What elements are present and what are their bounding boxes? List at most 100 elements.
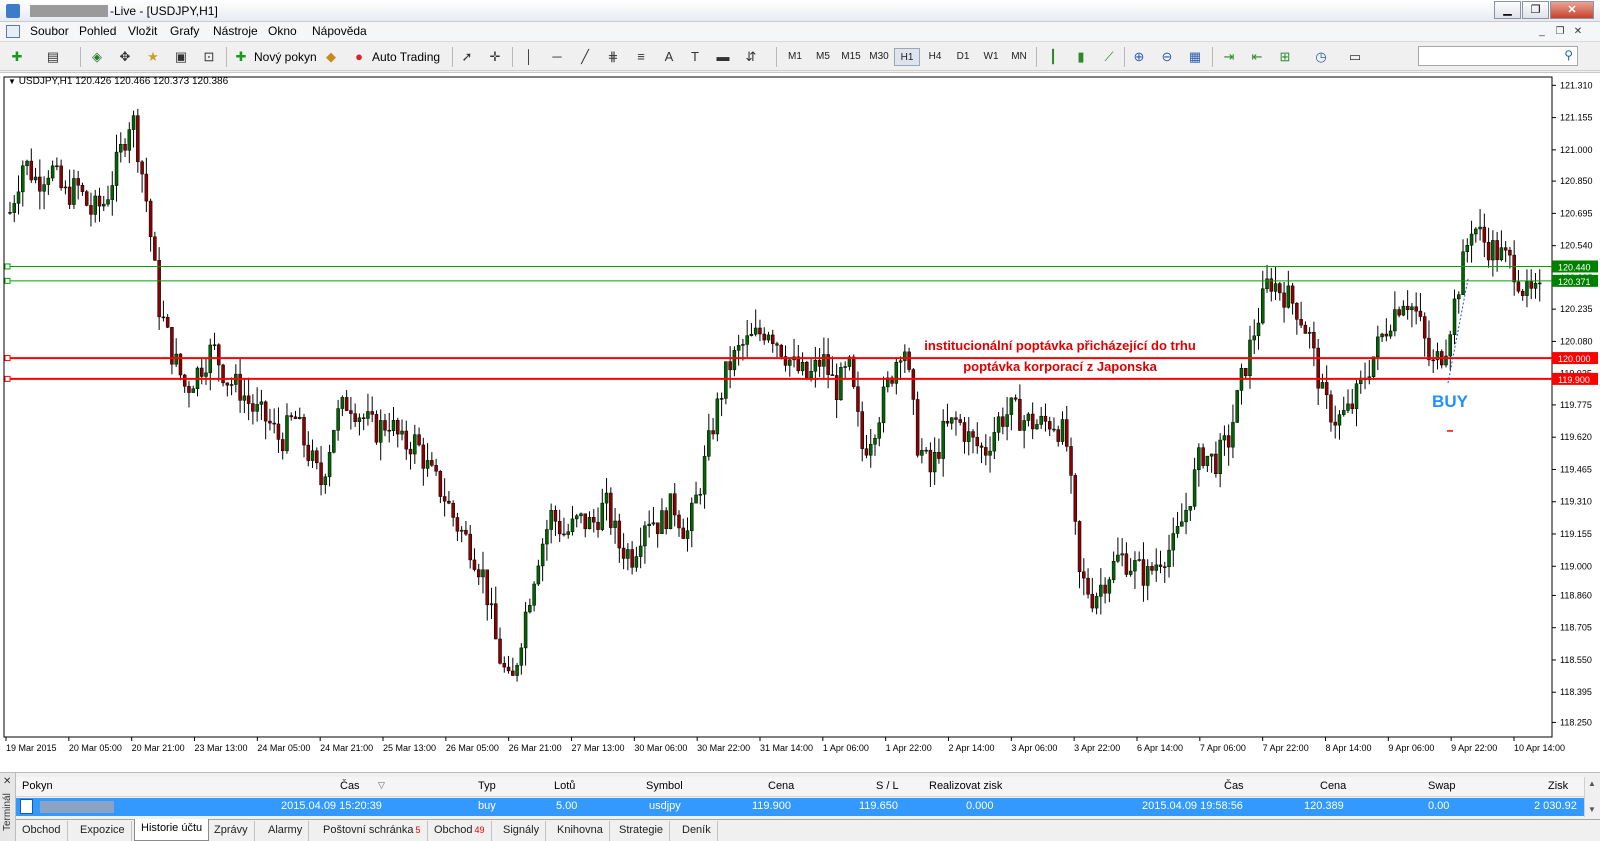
- y-tick-label: 120.695: [1560, 208, 1593, 218]
- channel-icon[interactable]: ⋕: [604, 48, 622, 66]
- col-lotu[interactable]: Lotů: [554, 780, 575, 792]
- tab-obchod[interactable]: Obchod: [16, 821, 68, 841]
- candle-body: [1278, 283, 1282, 294]
- col-cena-open[interactable]: Cena: [768, 780, 794, 792]
- terminal-scrollbar[interactable]: ▲ ▼: [1584, 777, 1600, 817]
- menu-okno[interactable]: Okno: [262, 24, 303, 38]
- candle-body: [1214, 453, 1218, 474]
- table-row[interactable]: 2015.04.09 15:20:39 buy 5.00 usdjpy 119.…: [16, 798, 1584, 816]
- search-input[interactable]: ⚲: [1418, 46, 1578, 66]
- price-chart[interactable]: 121.310 121.155 121.000 120.850 120.695 120.5…: [0, 73, 1600, 773]
- terminal-icon[interactable]: ▣: [172, 48, 190, 66]
- y-tick-label: 119.000: [1560, 561, 1592, 571]
- timeframe-m5[interactable]: M5: [810, 48, 836, 66]
- tester-icon[interactable]: ⊡: [200, 48, 218, 66]
- tab-zprávy[interactable]: Zprávy: [208, 821, 255, 841]
- col-cas-close[interactable]: Čas: [1224, 780, 1244, 792]
- crosshair-icon[interactable]: ✛: [486, 48, 504, 66]
- tab-historie-účtu[interactable]: Historie účtu: [134, 819, 210, 841]
- menu-soubor[interactable]: Soubor: [24, 24, 75, 38]
- candle-body: [404, 430, 409, 450]
- chart-window-icon[interactable]: [6, 25, 20, 38]
- templates-icon[interactable]: ▭: [1346, 48, 1364, 66]
- data-window-icon[interactable]: ✥: [116, 48, 134, 66]
- chart-area[interactable]: 121.310 121.155 121.000 120.850 120.695 120.5…: [0, 72, 1600, 772]
- arrows-icon[interactable]: ⇵: [742, 48, 760, 66]
- candle-body: [574, 515, 579, 520]
- mdi-minimize-button[interactable]: _: [1534, 25, 1550, 39]
- timeframe-m30[interactable]: M30: [866, 48, 892, 66]
- auto-trading-button[interactable]: ● Auto Trading: [350, 46, 440, 68]
- candle-body: [1099, 584, 1103, 597]
- zoom-out-icon[interactable]: ⊖: [1158, 48, 1176, 66]
- timeframe-mn[interactable]: MN: [1006, 48, 1032, 66]
- timeframe-h4[interactable]: H4: [922, 48, 948, 66]
- col-pokyn[interactable]: Pokyn: [22, 780, 53, 792]
- timeframe-m15[interactable]: M15: [838, 48, 864, 66]
- col-tp[interactable]: Realizovat zisk: [929, 780, 1002, 792]
- tile-windows-icon[interactable]: ▦: [1186, 48, 1204, 66]
- menu-napoveda[interactable]: Nápověda: [306, 24, 373, 38]
- chart-shift-icon[interactable]: ⇥: [1220, 48, 1238, 66]
- col-symbol[interactable]: Symbol: [646, 780, 683, 792]
- new-chart-icon[interactable]: ✚: [8, 48, 26, 66]
- zoom-in-icon[interactable]: ⊕: [1130, 48, 1148, 66]
- new-order-button[interactable]: ✚ Nový pokyn: [232, 46, 317, 68]
- tab-deník[interactable]: Deník: [676, 821, 718, 841]
- navigator-icon[interactable]: ★: [144, 48, 162, 66]
- minimize-button[interactable]: ▁: [1494, 1, 1521, 19]
- search-icon[interactable]: ⚲: [1564, 48, 1573, 62]
- text-tool-icon[interactable]: A: [660, 48, 678, 66]
- menu-pohled[interactable]: Pohled: [73, 24, 122, 38]
- vertical-line-icon[interactable]: │: [520, 48, 538, 66]
- bar-chart-icon[interactable]: ┃: [1044, 48, 1062, 66]
- line-chart-icon[interactable]: ⟋: [1100, 48, 1118, 66]
- col-typ[interactable]: Typ: [478, 780, 496, 792]
- cursor-icon[interactable]: ➚: [458, 48, 476, 66]
- timeframe-w1[interactable]: W1: [978, 48, 1004, 66]
- metaeditor-icon[interactable]: ◆: [322, 48, 340, 66]
- tab-expozice[interactable]: Expozice: [74, 821, 132, 841]
- text-label-icon[interactable]: T: [686, 48, 704, 66]
- autoscroll-icon[interactable]: ⇤: [1248, 48, 1266, 66]
- timeframe-d1[interactable]: D1: [950, 48, 976, 66]
- scroll-down-icon[interactable]: ▼: [1588, 805, 1596, 814]
- timeframe-h1[interactable]: H1: [894, 48, 920, 66]
- maximize-button[interactable]: ❐: [1522, 1, 1549, 19]
- tab-signály[interactable]: Signály: [497, 821, 547, 841]
- col-zisk[interactable]: Zisk: [1548, 780, 1568, 792]
- close-button[interactable]: ✕: [1550, 1, 1594, 19]
- col-cena-close[interactable]: Cena: [1320, 780, 1346, 792]
- mdi-close-button[interactable]: ✕: [1570, 25, 1586, 39]
- col-cas-open[interactable]: Čas: [340, 780, 360, 792]
- candle-body: [592, 517, 596, 523]
- scroll-up-icon[interactable]: ▲: [1588, 779, 1596, 788]
- col-swap[interactable]: Swap: [1428, 780, 1456, 792]
- indicators-icon[interactable]: ⊞: [1276, 48, 1294, 66]
- menu-grafy[interactable]: Grafy: [164, 24, 205, 38]
- candle-body: [366, 411, 370, 419]
- col-sl[interactable]: S / L: [876, 780, 899, 792]
- trendline-icon[interactable]: ╱: [576, 48, 594, 66]
- cell-open-price: 119.900: [752, 800, 791, 812]
- market-watch-icon[interactable]: ◈: [88, 48, 106, 66]
- shapes-icon[interactable]: ▬: [714, 48, 732, 66]
- candlestick-chart-icon[interactable]: ▮: [1072, 48, 1090, 66]
- tab-alarmy[interactable]: Alarmy: [262, 821, 310, 841]
- candle-body: [417, 434, 421, 446]
- tab-obchod-signals[interactable]: Obchod 49: [428, 821, 492, 841]
- y-tick-label: 119.155: [1560, 529, 1592, 539]
- profiles-icon[interactable]: ▤: [44, 48, 62, 66]
- menu-vlozit[interactable]: Vložit: [122, 24, 163, 38]
- tab-poštovní-schránka[interactable]: Poštovní schránka 5: [317, 821, 428, 841]
- x-tick-label: 10 Apr 14:00: [1514, 743, 1565, 753]
- terminal-close-icon[interactable]: ✕: [3, 776, 11, 787]
- periods-clock-icon[interactable]: ◷: [1312, 48, 1330, 66]
- tab-knihovna[interactable]: Knihovna: [551, 821, 610, 841]
- tab-strategie[interactable]: Strategie: [613, 821, 671, 841]
- horizontal-line-icon[interactable]: ─: [548, 48, 566, 66]
- mdi-restore-button[interactable]: ❐: [1552, 25, 1568, 39]
- timeframe-m1[interactable]: M1: [782, 48, 808, 66]
- menu-nastroje[interactable]: Nástroje: [207, 24, 264, 38]
- fibonacci-icon[interactable]: ≡: [632, 48, 650, 66]
